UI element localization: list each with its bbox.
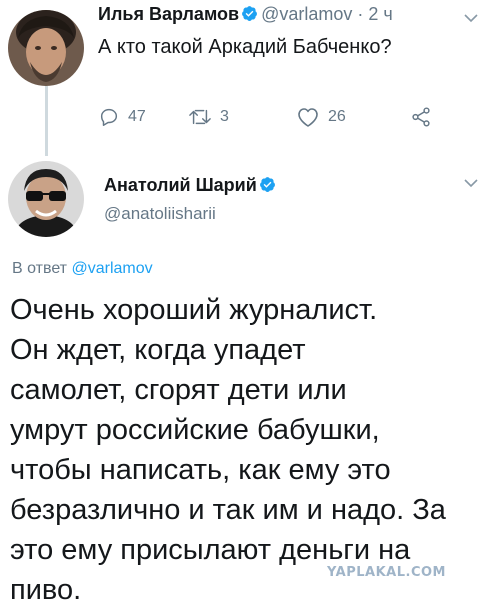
tweet-text-line: это ему присылают деньги на	[10, 534, 411, 566]
watermark: YAPLAKAL.COM	[327, 565, 446, 580]
like-count: 26	[328, 108, 346, 125]
author-name[interactable]: Илья Варламов	[98, 4, 239, 24]
chevron-down-icon[interactable]	[463, 13, 479, 23]
retweet-button[interactable]: 3	[188, 106, 229, 128]
reply-author-handle[interactable]: @anatoliisharii	[104, 204, 216, 224]
share-icon	[412, 107, 430, 127]
reply-mention-link[interactable]: @varlamov	[71, 260, 152, 277]
tweet-text-line: самолет, сгорят дети или	[10, 374, 347, 406]
author-handle[interactable]: @varlamov	[261, 4, 352, 24]
verified-badge-icon	[259, 177, 275, 192]
author-name[interactable]: Анатолий Шарий	[104, 175, 257, 195]
verified-badge-icon	[242, 6, 258, 21]
reply-author-name: Анатолий Шарий	[104, 175, 279, 196]
reply-button[interactable]: 47	[98, 106, 146, 128]
tweet-text-line: Он ждет, когда упадет	[10, 334, 306, 366]
thread-connector-line	[45, 86, 48, 156]
retweet-count: 3	[220, 108, 229, 125]
heart-icon	[298, 108, 318, 127]
avatar-varlamov[interactable]	[8, 10, 84, 86]
tweet-text-line: чтобы написать, как ему это	[10, 454, 391, 486]
reply-tweet-text: Очень хороший журналист. Он ждет, когда …	[10, 290, 485, 600]
original-tweet-header: Илья Варламов @varlamov · 2 ч	[98, 4, 393, 25]
reply-count: 47	[128, 108, 146, 125]
time-separator: ·	[357, 4, 364, 24]
tweet-text-line: Очень хороший журналист.	[10, 294, 378, 326]
tweet-text-line: безразлично и так им и надо. За	[10, 494, 446, 526]
share-button[interactable]	[410, 106, 440, 128]
tweet-text-line: умрут российские бабушки,	[10, 414, 380, 446]
reply-context: В ответ @varlamov	[12, 260, 153, 278]
reply-icon	[100, 108, 118, 126]
original-tweet-text: А кто такой Аркадий Бабченко?	[98, 36, 392, 58]
like-button[interactable]: 26	[296, 106, 346, 128]
retweet-icon	[189, 109, 211, 125]
tweet-time[interactable]: 2 ч	[368, 4, 392, 24]
avatar-shariy[interactable]	[8, 161, 84, 237]
chevron-down-icon[interactable]	[463, 178, 479, 188]
reply-prefix: В ответ	[12, 260, 68, 277]
